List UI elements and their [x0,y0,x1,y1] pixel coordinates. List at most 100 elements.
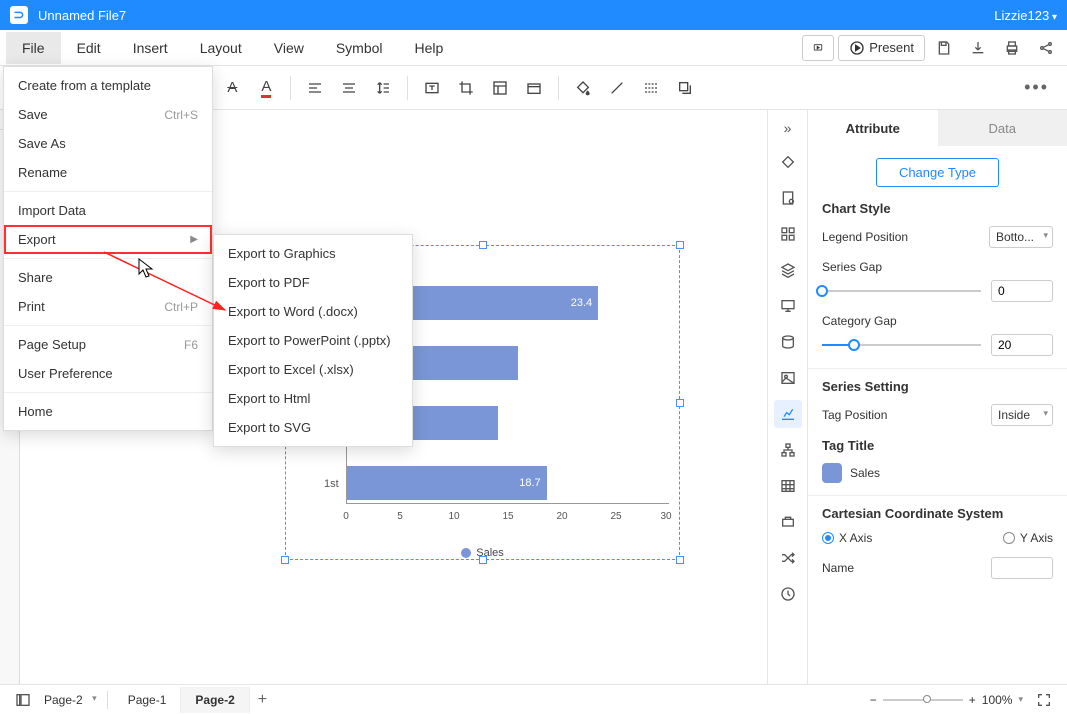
file-menu-item[interactable]: Page SetupF6 [4,330,212,359]
menu-edit[interactable]: Edit [61,32,117,64]
resize-handle[interactable] [479,241,487,249]
tag-title-heading: Tag Title [822,438,1053,453]
outline-view-icon[interactable] [8,686,38,714]
export-menu-item[interactable]: Export to Excel (.xlsx) [214,355,412,384]
file-menu-item[interactable]: User Preference [4,359,212,388]
tab-attribute[interactable]: Attribute [808,110,938,146]
fullscreen-icon[interactable] [1029,686,1059,714]
menu-file[interactable]: File [6,32,61,64]
add-page-button[interactable]: + [250,687,275,713]
bar: 18.7 [347,466,547,500]
crop-icon[interactable] [452,74,480,102]
save-icon[interactable] [929,34,959,62]
shuffle-icon[interactable] [774,544,802,572]
file-menu-item[interactable]: Rename [4,158,212,187]
page-tab[interactable]: Page-1 [114,687,182,713]
resize-handle[interactable] [676,399,684,407]
menu-help[interactable]: Help [399,32,460,64]
line-spacing-icon[interactable] [369,74,397,102]
export-menu-item[interactable]: Export to Word (.docx) [214,297,412,326]
tab-data[interactable]: Data [938,110,1067,146]
menu-layout[interactable]: Layout [184,32,258,64]
print-icon[interactable] [997,34,1027,62]
fill-icon[interactable] [569,74,597,102]
page-icon[interactable] [774,184,802,212]
legend-position-label: Legend Position [822,230,908,244]
link-icon[interactable] [774,508,802,536]
export-menu-item[interactable]: Export to PowerPoint (.pptx) [214,326,412,355]
file-menu-item[interactable]: Create from a template [4,71,212,100]
side-icon-strip: » [767,110,807,684]
x-tick: 30 [660,511,671,522]
category-gap-input[interactable] [991,334,1053,356]
menu-insert[interactable]: Insert [117,32,184,64]
series-setting-heading: Series Setting [822,379,1053,394]
right-panel: Attribute Data Change Type Chart Style L… [807,110,1067,684]
layers-icon[interactable] [774,256,802,284]
file-menu-item[interactable]: Save As [4,129,212,158]
present-button[interactable]: Present [838,35,925,61]
category-gap-slider[interactable] [822,337,981,353]
layout-icon[interactable] [486,74,514,102]
file-menu-item[interactable]: SaveCtrl+S [4,100,212,129]
x-tick: 25 [610,511,621,522]
series-gap-slider[interactable] [822,283,981,299]
history-icon[interactable] [774,580,802,608]
file-menu-item[interactable]: Export▶ [4,225,212,254]
theme-icon[interactable] [774,148,802,176]
export-menu-item[interactable]: Export to PDF [214,268,412,297]
text-box-icon[interactable] [418,74,446,102]
page-tab[interactable]: Page-2 [181,687,249,713]
zoom-in-button[interactable]: + [969,693,976,707]
resize-handle[interactable] [676,241,684,249]
line-icon[interactable] [603,74,631,102]
file-menu-item[interactable]: Home [4,397,212,426]
database-icon[interactable] [774,328,802,356]
x-tick: 5 [397,511,403,522]
collapse-panel-icon[interactable]: » [780,116,796,140]
file-menu-item[interactable]: PrintCtrl+P [4,292,212,321]
legend-position-select[interactable]: Botto... [989,226,1053,248]
x-axis-radio[interactable]: X Axis [822,531,872,545]
align-vertical-icon[interactable] [335,74,363,102]
font-color-icon[interactable]: A [252,74,280,102]
hierarchy-icon[interactable] [774,436,802,464]
page-dropdown[interactable]: Page-2 [38,689,101,711]
axis-name-input[interactable] [991,557,1053,579]
line-style-icon[interactable] [637,74,665,102]
shadow-icon[interactable] [671,74,699,102]
coord-heading: Cartesian Coordinate System [822,506,1053,521]
menu-symbol[interactable]: Symbol [320,32,399,64]
share-icon[interactable] [1031,34,1061,62]
menu-view[interactable]: View [258,32,320,64]
slideshow-icon-button[interactable] [802,35,834,61]
category-gap-label: Category Gap [822,314,1053,328]
file-menu-item[interactable]: Share [4,263,212,292]
strikethrough-icon[interactable]: A [218,74,246,102]
toolbar-more-icon[interactable]: ••• [1024,77,1059,98]
tag-position-select[interactable]: Inside [991,404,1053,426]
chart-icon[interactable] [774,400,802,428]
download-icon[interactable] [963,34,993,62]
presentation-icon[interactable] [774,292,802,320]
file-menu-item[interactable]: Import Data [4,196,212,225]
zoom-slider[interactable] [883,699,963,701]
user-menu[interactable]: Lizzie123 [994,8,1057,23]
titlebar: ⊃ Unnamed File7 Lizzie123 [0,0,1067,30]
change-type-button[interactable]: Change Type [876,158,999,187]
zoom-out-button[interactable]: − [870,693,877,707]
align-left-icon[interactable] [301,74,329,102]
grid-icon[interactable] [774,220,802,248]
series-gap-input[interactable] [991,280,1053,302]
export-menu-item[interactable]: Export to Html [214,384,412,413]
export-menu-item[interactable]: Export to SVG [214,413,412,442]
image-icon[interactable] [774,364,802,392]
series-color-swatch[interactable] [822,463,842,483]
export-menu-item[interactable]: Export to Graphics [214,239,412,268]
table-icon[interactable] [774,472,802,500]
container-icon[interactable] [520,74,548,102]
present-label: Present [869,40,914,55]
x-tick: 20 [556,511,567,522]
y-axis-radio[interactable]: Y Axis [1003,531,1053,545]
x-tick: 0 [343,511,349,522]
